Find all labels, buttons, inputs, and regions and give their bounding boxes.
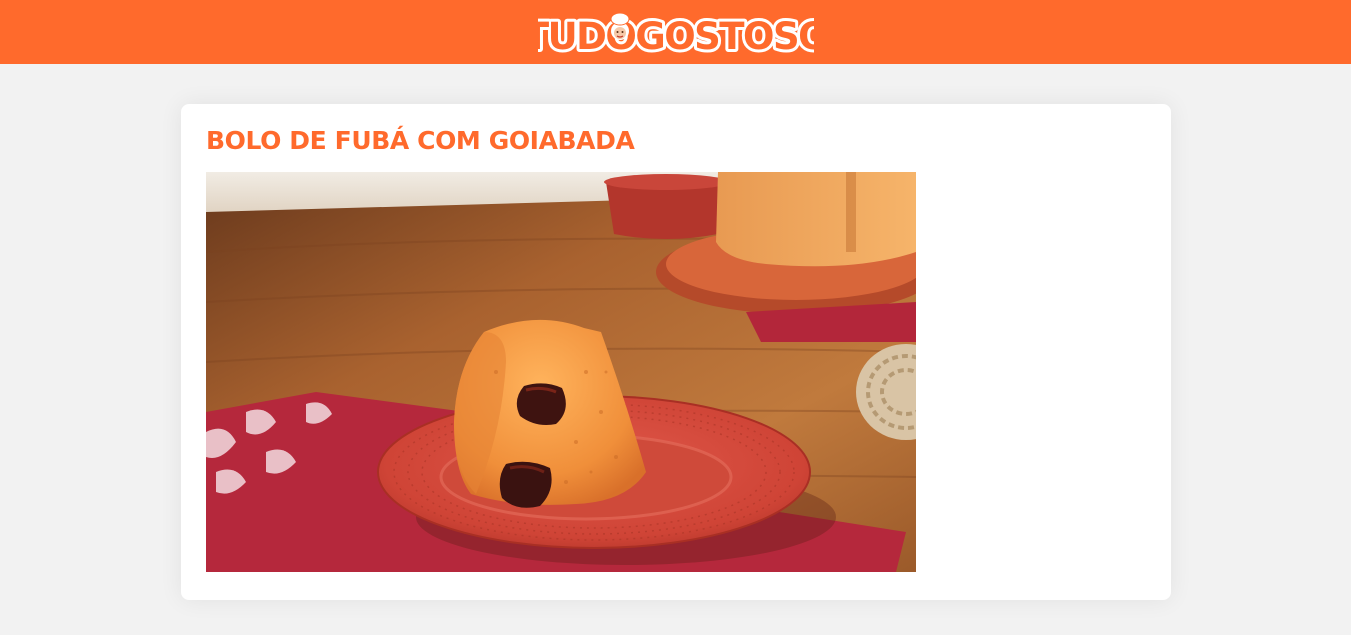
recipe-image[interactable] [206, 172, 916, 572]
chef-hat-mascot-icon [610, 12, 629, 40]
svg-text:TUDOGOSTOSO: TUDOGOSTOSO [538, 15, 814, 55]
tudogostoso-logo: TUDOGOSTOSO TUDOGOSTOSO [538, 12, 814, 55]
recipe-card: BOLO DE FUBÁ COM GOIABADA [181, 104, 1171, 600]
cake-photo [206, 172, 916, 572]
site-header: TUDOGOSTOSO TUDOGOSTOSO [0, 0, 1351, 64]
recipe-title: BOLO DE FUBÁ COM GOIABADA [206, 126, 635, 155]
logo-link[interactable]: TUDOGOSTOSO TUDOGOSTOSO [538, 9, 814, 55]
